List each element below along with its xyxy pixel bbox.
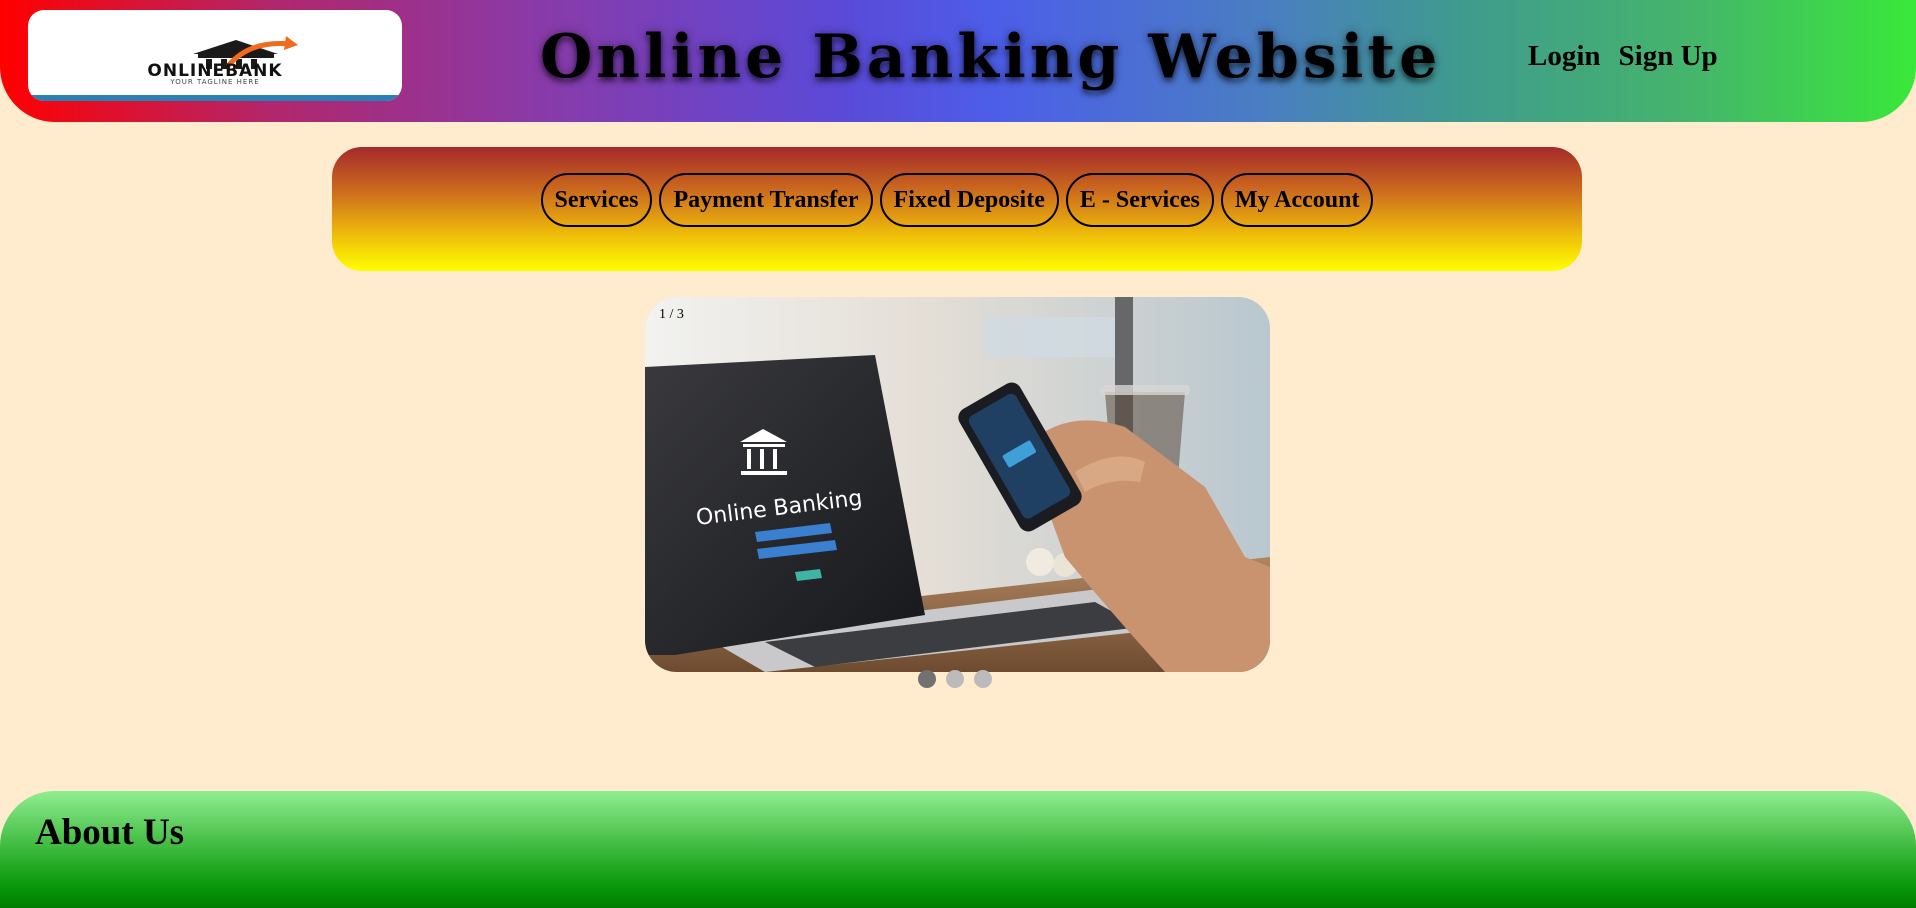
about-section: About Us [0,791,1916,908]
logo[interactable]: ONLINEBANK YOUR TAGLINE HERE [28,10,402,101]
site-title: Online Banking Website [540,22,1442,92]
signup-link[interactable]: Sign Up [1619,40,1718,73]
slide-dot-1[interactable] [918,670,936,688]
auth-links: Login Sign Up [1528,40,1718,73]
slide-dot-3[interactable] [974,670,992,688]
main-nav-bar: Services Payment Transfer Fixed Deposite… [332,147,1582,271]
nav-item-my-account[interactable]: My Account [1220,173,1374,227]
slide-dot-2[interactable] [946,670,964,688]
main-nav: Services Payment Transfer Fixed Deposite… [540,173,1374,227]
nav-item-services[interactable]: Services [540,173,653,227]
nav-item-fixed-deposite[interactable]: Fixed Deposite [879,173,1059,227]
slide-image: Online Banking [645,297,1270,672]
bank-building-icon [193,36,298,69]
about-title: About Us [35,812,185,853]
logo-tagline: YOUR TAGLINE HERE [170,78,260,86]
slide-counter: 1 / 3 [659,307,684,322]
login-link[interactable]: Login [1528,40,1601,73]
slideshow: 1 / 3 Online Banking [645,297,1270,672]
slide-dots [918,670,992,688]
nav-item-payment-transfer[interactable]: Payment Transfer [659,173,873,227]
site-header: ONLINEBANK YOUR TAGLINE HERE Online Bank… [0,0,1916,122]
logo-footer-strip [28,95,402,101]
nav-item-e-services[interactable]: E - Services [1065,173,1214,227]
